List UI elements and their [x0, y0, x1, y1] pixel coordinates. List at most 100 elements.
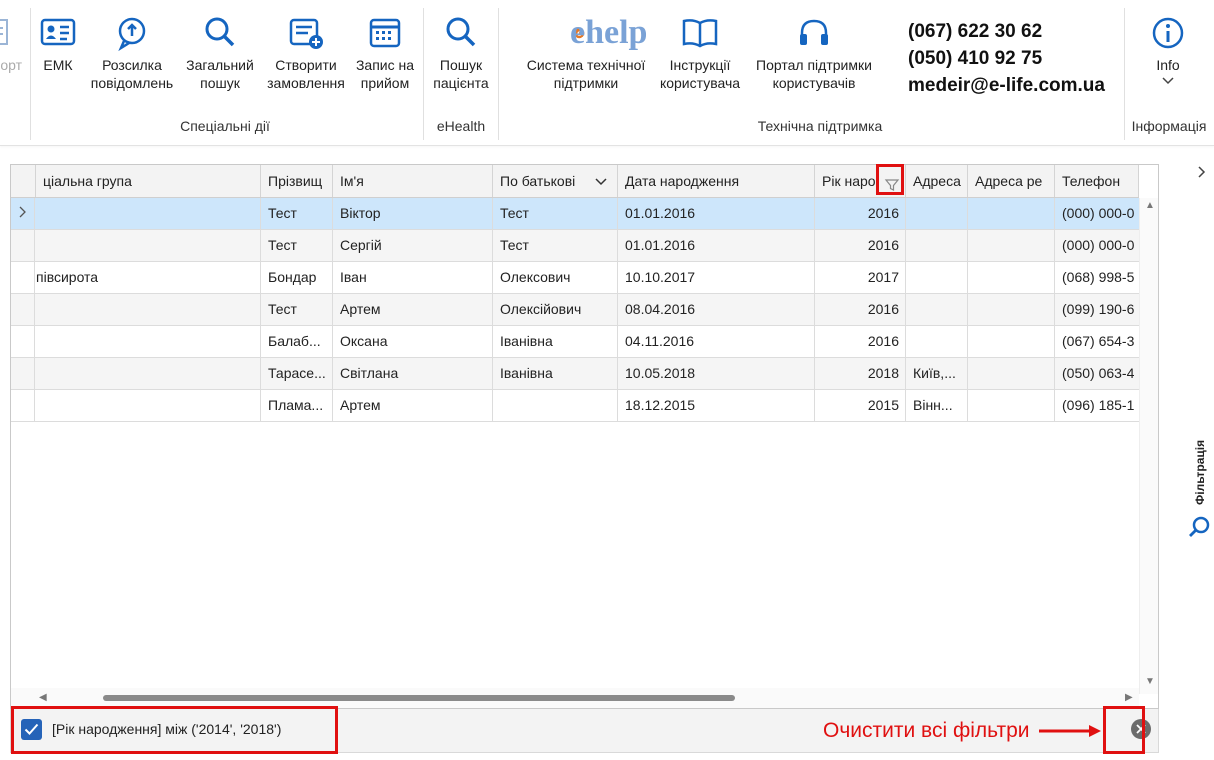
general-search-label: Загальний пошук	[186, 57, 254, 91]
cell-birth-year[interactable]: 2015	[815, 390, 906, 421]
cell-birth-year[interactable]: 2016	[815, 198, 906, 229]
create-order-button[interactable]: Створити замовлення	[262, 14, 350, 92]
cell-address-reg[interactable]	[968, 294, 1055, 325]
column-header-social-group[interactable]: ціальна група	[36, 165, 261, 197]
cell-address[interactable]	[906, 198, 968, 229]
info-button[interactable]: Info	[1138, 14, 1198, 86]
column-header-address[interactable]: Адреса	[906, 165, 968, 197]
cell-name[interactable]: Віктор	[333, 198, 493, 229]
cell-birth-date[interactable]: 01.01.2016	[618, 198, 815, 229]
scroll-left-arrow-icon[interactable]: ◀	[39, 692, 47, 703]
column-header-name[interactable]: Ім'я	[333, 165, 493, 197]
column-header-patronymic[interactable]: По батькові	[493, 165, 618, 197]
table-row[interactable]: Тест Сергій Тест 01.01.2016 2016 (000) 0…	[11, 230, 1139, 262]
cell-surname[interactable]: Тест	[261, 294, 333, 325]
cell-address[interactable]	[906, 262, 968, 293]
scroll-up-arrow-icon[interactable]: ▲	[1145, 200, 1155, 211]
horizontal-scroll-thumb[interactable]	[103, 695, 735, 701]
cell-birth-year[interactable]: 2016	[815, 230, 906, 261]
table-row[interactable]: Балаб... Оксана Іванівна 04.11.2016 2016…	[11, 326, 1139, 358]
cell-address[interactable]	[906, 294, 968, 325]
cell-name[interactable]: Артем	[333, 294, 493, 325]
cell-patronymic[interactable]	[493, 390, 618, 421]
cell-phone[interactable]: (099) 190-6	[1055, 294, 1139, 325]
support-portal-button[interactable]: Портал підтримки користувачів	[748, 14, 880, 92]
cell-social-group[interactable]: півсирота	[36, 262, 261, 293]
cell-birth-date[interactable]: 10.05.2018	[618, 358, 815, 389]
cell-name[interactable]: Сергій	[333, 230, 493, 261]
table-row[interactable]: півсирота Бондар Іван Олексович 10.10.20…	[11, 262, 1139, 294]
cell-name[interactable]: Світлана	[333, 358, 493, 389]
search-icon	[200, 14, 240, 52]
cell-birth-year[interactable]: 2016	[815, 294, 906, 325]
cell-patronymic[interactable]: Олексович	[493, 262, 618, 293]
cell-address[interactable]	[906, 326, 968, 357]
cell-patronymic[interactable]: Тест	[493, 230, 618, 261]
vertical-scrollbar[interactable]: ▲ ▼	[1139, 198, 1158, 694]
table-row[interactable]: Тест Віктор Тест 01.01.2016 2016 (000) 0…	[11, 198, 1139, 230]
scroll-right-arrow-icon[interactable]: ▶	[1125, 692, 1133, 703]
cell-phone[interactable]: (068) 998-5	[1055, 262, 1139, 293]
cell-address[interactable]	[906, 230, 968, 261]
cell-birth-year[interactable]: 2016	[815, 326, 906, 357]
user-instructions-button[interactable]: Інструкції користувача	[654, 14, 746, 92]
cell-social-group[interactable]	[36, 358, 261, 389]
cell-address[interactable]: Вінн...	[906, 390, 968, 421]
row-indicator	[11, 358, 35, 389]
report-button-label: орт	[0, 57, 22, 73]
cell-birth-date[interactable]: 04.11.2016	[618, 326, 815, 357]
cell-patronymic[interactable]: Іванівна	[493, 326, 618, 357]
column-header-address-reg[interactable]: Адреса ре	[968, 165, 1055, 197]
cell-surname[interactable]: Тарасе...	[261, 358, 333, 389]
general-search-button[interactable]: Загальний пошук	[182, 14, 258, 92]
horizontal-scrollbar[interactable]: ◀ ▶	[11, 688, 1139, 708]
cell-surname[interactable]: Плама...	[261, 390, 333, 421]
cell-phone[interactable]: (067) 654-3	[1055, 326, 1139, 357]
cell-surname[interactable]: Балаб...	[261, 326, 333, 357]
cell-patronymic[interactable]: Олексійович	[493, 294, 618, 325]
cell-address[interactable]: Київ,...	[906, 358, 968, 389]
column-header-phone[interactable]: Телефон	[1055, 165, 1139, 197]
cell-name[interactable]: Оксана	[333, 326, 493, 357]
column-header-surname[interactable]: Прізвищ	[261, 165, 333, 197]
cell-surname[interactable]: Тест	[261, 230, 333, 261]
cell-birth-date[interactable]: 01.01.2016	[618, 230, 815, 261]
cell-address-reg[interactable]	[968, 326, 1055, 357]
scroll-down-arrow-icon[interactable]: ▼	[1145, 676, 1155, 687]
cell-birth-date[interactable]: 08.04.2016	[618, 294, 815, 325]
cell-address-reg[interactable]	[968, 198, 1055, 229]
chevron-right-icon[interactable]	[1198, 165, 1206, 181]
cell-birth-year[interactable]: 2018	[815, 358, 906, 389]
cell-name[interactable]: Іван	[333, 262, 493, 293]
cell-phone[interactable]: (000) 000-0	[1055, 198, 1139, 229]
patient-search-button[interactable]: Пошук пацієнта	[428, 14, 494, 92]
cell-phone[interactable]: (000) 000-0	[1055, 230, 1139, 261]
cell-birth-date[interactable]: 10.10.2017	[618, 262, 815, 293]
table-row[interactable]: Плама... Артем 18.12.2015 2015 Вінн... (…	[11, 390, 1139, 422]
emk-button[interactable]: ЕМК	[36, 14, 80, 74]
report-button-partial[interactable]: орт	[0, 14, 22, 74]
cell-social-group[interactable]	[36, 230, 261, 261]
cell-address-reg[interactable]	[968, 262, 1055, 293]
column-header-birth-date[interactable]: Дата народження	[618, 165, 815, 197]
cell-birth-date[interactable]: 18.12.2015	[618, 390, 815, 421]
cell-surname[interactable]: Тест	[261, 198, 333, 229]
cell-patronymic[interactable]: Іванівна	[493, 358, 618, 389]
cell-name[interactable]: Артем	[333, 390, 493, 421]
table-row[interactable]: Тест Артем Олексійович 08.04.2016 2016 (…	[11, 294, 1139, 326]
appointment-button[interactable]: Запис на прийом	[352, 14, 418, 92]
cell-birth-year[interactable]: 2017	[815, 262, 906, 293]
cell-social-group[interactable]	[36, 390, 261, 421]
cell-phone[interactable]: (050) 063-4	[1055, 358, 1139, 389]
cell-address-reg[interactable]	[968, 230, 1055, 261]
cell-social-group[interactable]	[36, 294, 261, 325]
cell-social-group[interactable]	[36, 198, 261, 229]
mailing-button[interactable]: Розсилка повідомлень	[86, 14, 178, 92]
cell-surname[interactable]: Бондар	[261, 262, 333, 293]
cell-phone[interactable]: (096) 185-1	[1055, 390, 1139, 421]
table-row[interactable]: Тарасе... Світлана Іванівна 10.05.2018 2…	[11, 358, 1139, 390]
cell-address-reg[interactable]	[968, 390, 1055, 421]
cell-social-group[interactable]	[36, 326, 261, 357]
cell-address-reg[interactable]	[968, 358, 1055, 389]
cell-patronymic[interactable]: Тест	[493, 198, 618, 229]
